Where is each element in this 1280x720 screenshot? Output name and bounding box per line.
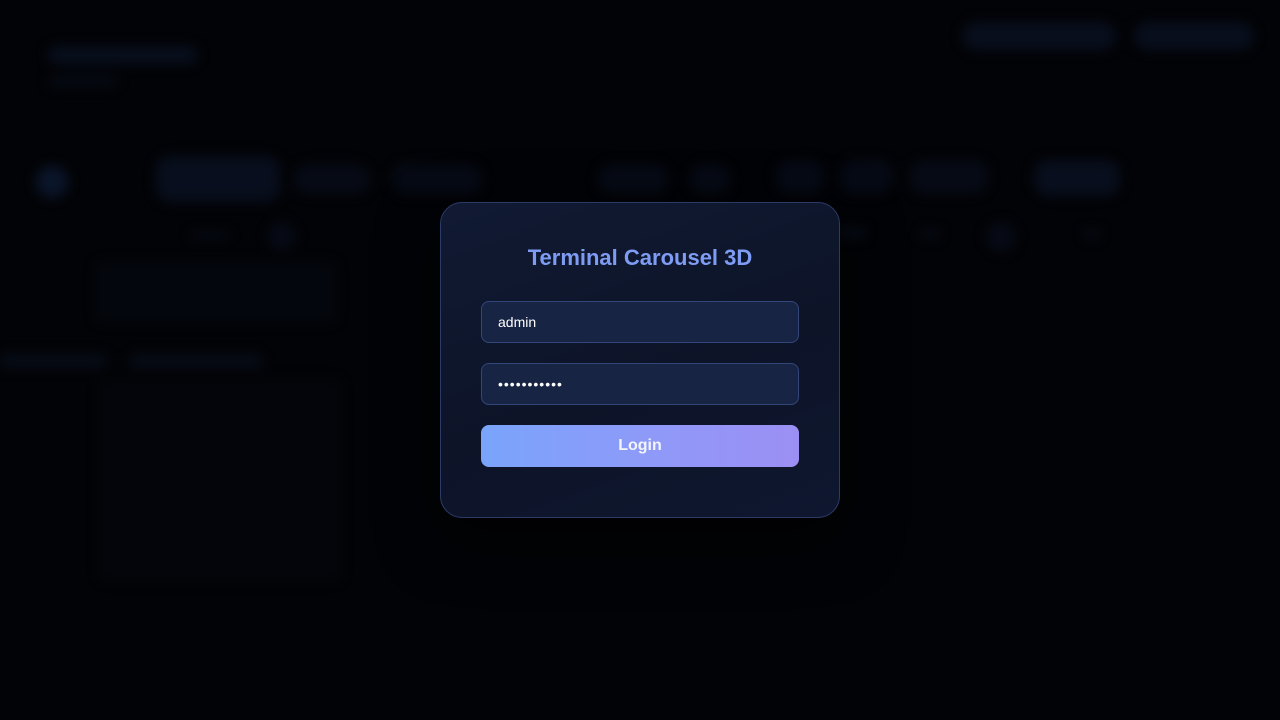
bg-header-button [962,22,1116,50]
username-input[interactable]: admin [481,301,799,343]
bg-toolbar-tab [598,164,668,194]
bg-toolbar-tab [392,164,482,194]
bg-toolbar-tab [294,164,370,194]
password-value: ••••••••••• [498,376,563,392]
bg-toolbar-tab [840,160,892,194]
bg-toolbar-tab [776,160,824,194]
bg-toolbar-tab [690,164,730,194]
bg-avatar [36,166,68,198]
bg-toolbar-tab [910,160,988,194]
bg-toolbar-tab [1034,160,1120,196]
bg-app-title [48,46,198,64]
bg-text-line [836,228,866,238]
login-title: Terminal Carousel 3D [527,245,753,270]
bg-icon [268,222,296,250]
bg-app-subtitle [48,76,118,86]
password-input[interactable]: ••••••••••• [481,363,799,405]
bg-panel [96,262,336,322]
bg-text-line [1084,230,1100,238]
bg-toolbar-tab [156,156,280,202]
bg-header-button [1134,22,1254,50]
bg-icon [986,222,1016,252]
bg-panel [100,380,340,580]
app-root: Terminal Carousel 3D admin ••••••••••• L… [0,0,1280,720]
bg-text-line [0,354,106,368]
bg-text-line [190,232,230,238]
login-button[interactable]: Login [481,425,799,467]
bg-text-line [130,354,262,368]
bg-text-line [920,230,940,238]
login-dialog: Terminal Carousel 3D admin ••••••••••• L… [440,202,840,518]
username-value: admin [498,314,537,330]
